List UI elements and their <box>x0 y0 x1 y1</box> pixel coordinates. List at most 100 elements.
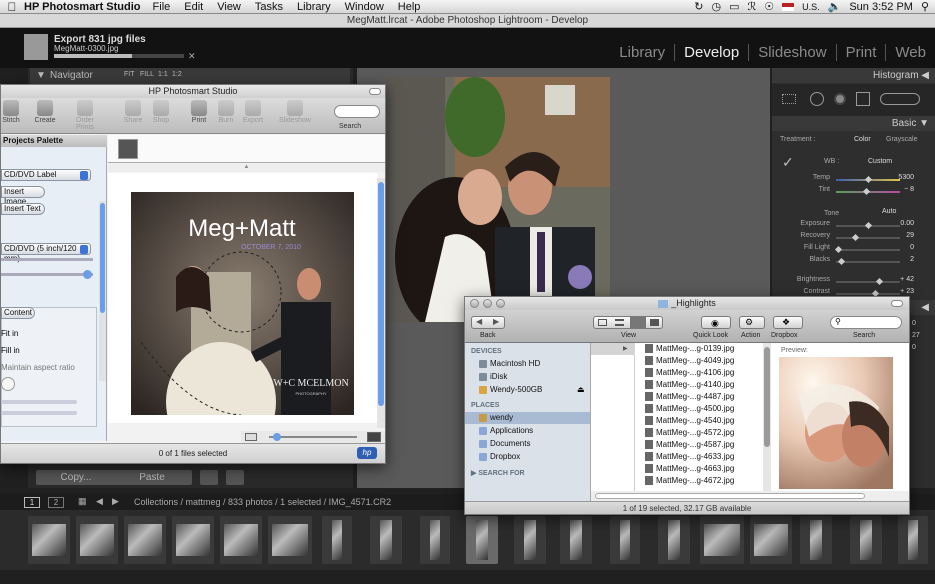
back-arrow-icon[interactable]: ◀ <box>476 317 482 326</box>
forward-arrow-icon[interactable]: ▶ <box>112 496 119 507</box>
slider-track[interactable] <box>836 261 900 263</box>
sidebar-item-idisk[interactable]: iDisk <box>479 371 507 383</box>
filmstrip-thumbnail[interactable] <box>610 516 640 564</box>
sidebar-item-documents[interactable]: Documents <box>479 438 530 450</box>
module-library[interactable]: Library <box>610 44 674 61</box>
file-list-item[interactable]: MattMeg-...g-4487.jpg <box>645 391 734 403</box>
slider-knob[interactable] <box>864 221 873 230</box>
preview-image[interactable] <box>779 357 893 489</box>
sidebar-item-macintosh-hd[interactable]: Macintosh HD <box>479 358 540 370</box>
coverflow-view-icon[interactable] <box>650 319 659 326</box>
module-web[interactable]: Web <box>885 44 935 61</box>
menu-tasks[interactable]: Tasks <box>255 1 283 13</box>
crop-tool-icon[interactable] <box>782 94 796 104</box>
toolbar-toggle-button[interactable] <box>369 88 381 95</box>
copy-button[interactable]: Copy... <box>36 470 116 485</box>
flag-icon[interactable] <box>782 2 795 11</box>
cancel-export-icon[interactable]: ✕ <box>188 51 196 62</box>
slider-track[interactable] <box>836 249 900 251</box>
selected-folder-row[interactable] <box>591 343 635 355</box>
bluetooth-icon[interactable]: ℛ <box>747 0 756 13</box>
filmstrip-thumbnail[interactable] <box>800 516 832 564</box>
back-forward-buttons[interactable]: ◀ ▶ <box>471 316 505 329</box>
filmstrip-thumbnail[interactable] <box>76 516 118 564</box>
slider-tint[interactable]: Tint − 8 <box>778 186 930 197</box>
insert-image-button[interactable]: Insert Image <box>1 186 45 206</box>
volume-icon[interactable]: 🔈 <box>828 0 842 13</box>
filmstrip-thumbnail[interactable] <box>898 516 928 564</box>
slider-track[interactable] <box>836 281 900 283</box>
apple-menu-icon[interactable]:  <box>0 0 24 14</box>
filmstrip-thumbnail[interactable] <box>172 516 214 564</box>
before-after-icon[interactable] <box>226 470 244 485</box>
zoom-track[interactable] <box>269 436 357 438</box>
sidebar-item-dropbox[interactable]: Dropbox <box>479 451 520 463</box>
slider-knob[interactable] <box>862 187 870 196</box>
search-for-header[interactable]: ▶ SEARCH FOR <box>471 469 525 477</box>
slider-track-4[interactable] <box>1 411 77 415</box>
minimize-button[interactable] <box>483 299 492 308</box>
palette-scroll-thumb[interactable] <box>100 203 105 313</box>
filmstrip-thumbnail[interactable] <box>220 516 262 564</box>
module-develop[interactable]: Develop <box>674 44 748 61</box>
page-button-2[interactable]: 2 <box>48 497 64 508</box>
canvas-scroll-thumb[interactable] <box>378 182 384 406</box>
icon-view-icon[interactable] <box>598 319 607 326</box>
spot-removal-icon[interactable] <box>810 92 824 106</box>
slider-track-1[interactable] <box>1 258 93 261</box>
input-source[interactable]: U.S. <box>802 2 820 12</box>
view-mode-icon[interactable] <box>200 470 218 485</box>
file-list-item[interactable]: MattMeg-...g-4587.jpg <box>645 439 734 451</box>
cd-label-design[interactable]: Meg+Matt OCTOBER 7, 2010 W+C MCELMON PHO… <box>131 192 354 415</box>
filmstrip-thumbnail[interactable] <box>514 516 546 564</box>
slider-knob[interactable] <box>864 175 873 184</box>
zoom-1-1[interactable]: 1:1 <box>158 71 168 78</box>
basic-header[interactable]: Basic ▼ <box>772 116 935 131</box>
insert-text-button[interactable]: Insert Text <box>1 203 45 215</box>
slider-blacks[interactable]: Blacks 2 <box>778 256 930 267</box>
filmstrip-thumbnail[interactable] <box>28 516 70 564</box>
page-button-1[interactable]: 1 <box>24 497 40 508</box>
file-list-item[interactable]: MattMeg-...g-4500.jpg <box>645 403 734 415</box>
filmstrip-thumbnail[interactable] <box>466 516 498 564</box>
fill-in-option[interactable]: Fill in <box>1 346 20 355</box>
project-thumbnail[interactable] <box>118 139 138 159</box>
media-size-select[interactable]: CD/DVD (5 inch/120 mm) <box>1 243 91 263</box>
auto-tone-button[interactable]: Auto <box>882 208 896 215</box>
slider-knob[interactable] <box>837 257 846 266</box>
file-list-item[interactable]: MattMeg-...g-4106.jpg <box>645 367 734 379</box>
view-mode-buttons[interactable] <box>593 316 663 329</box>
zoom-button[interactable] <box>496 299 505 308</box>
white-balance-picker-icon[interactable]: ✓ <box>782 154 798 170</box>
toolbar-shop-button[interactable]: Shop <box>143 100 179 132</box>
slider-track-3[interactable] <box>1 400 77 404</box>
zoom-fill[interactable]: FILL <box>140 71 154 78</box>
grid-icon[interactable]: ▦ <box>78 496 87 507</box>
hp-logo[interactable]: hp <box>357 447 377 459</box>
file-list-item[interactable]: MattMeg-...g-4049.jpg <box>645 355 734 367</box>
toolbar-export-button[interactable]: Export <box>235 100 271 132</box>
spotlight-icon[interactable]: ⚲ <box>921 0 929 13</box>
file-list-item[interactable]: MattMeg-...g-4663.jpg <box>645 463 734 475</box>
zoom-1-2[interactable]: 1:2 <box>172 71 182 78</box>
content-tab[interactable]: Content <box>1 307 35 319</box>
hp-search-input[interactable] <box>334 105 380 118</box>
zoom-knob[interactable] <box>273 433 281 441</box>
filmstrip-thumbnail[interactable] <box>560 516 592 564</box>
slider-temp[interactable]: Temp 5300 <box>778 174 930 185</box>
finder-horizontal-scrollbar[interactable] <box>591 491 909 501</box>
filmstrip-thumbnail[interactable] <box>420 516 450 564</box>
paste-button[interactable]: Paste <box>112 470 192 485</box>
filmstrip-thumbnail[interactable] <box>322 516 352 564</box>
fit-in-option[interactable]: Fit in <box>1 329 18 338</box>
slider-track[interactable] <box>836 237 900 239</box>
filmstrip-thumbnail[interactable] <box>850 516 882 564</box>
file-list-item[interactable]: MattMeg-...g-4633.jpg <box>645 451 734 463</box>
zoom-in-icon[interactable] <box>367 432 381 442</box>
finder-search-input[interactable]: ⚲ <box>830 316 902 329</box>
filmstrip-thumbnail[interactable] <box>700 516 744 564</box>
canvas-scrollbar[interactable] <box>377 178 385 428</box>
label-type-select[interactable]: CD/DVD Label <box>1 169 91 181</box>
treatment-grayscale[interactable]: Grayscale <box>886 136 918 143</box>
menu-edit[interactable]: Edit <box>184 1 203 13</box>
